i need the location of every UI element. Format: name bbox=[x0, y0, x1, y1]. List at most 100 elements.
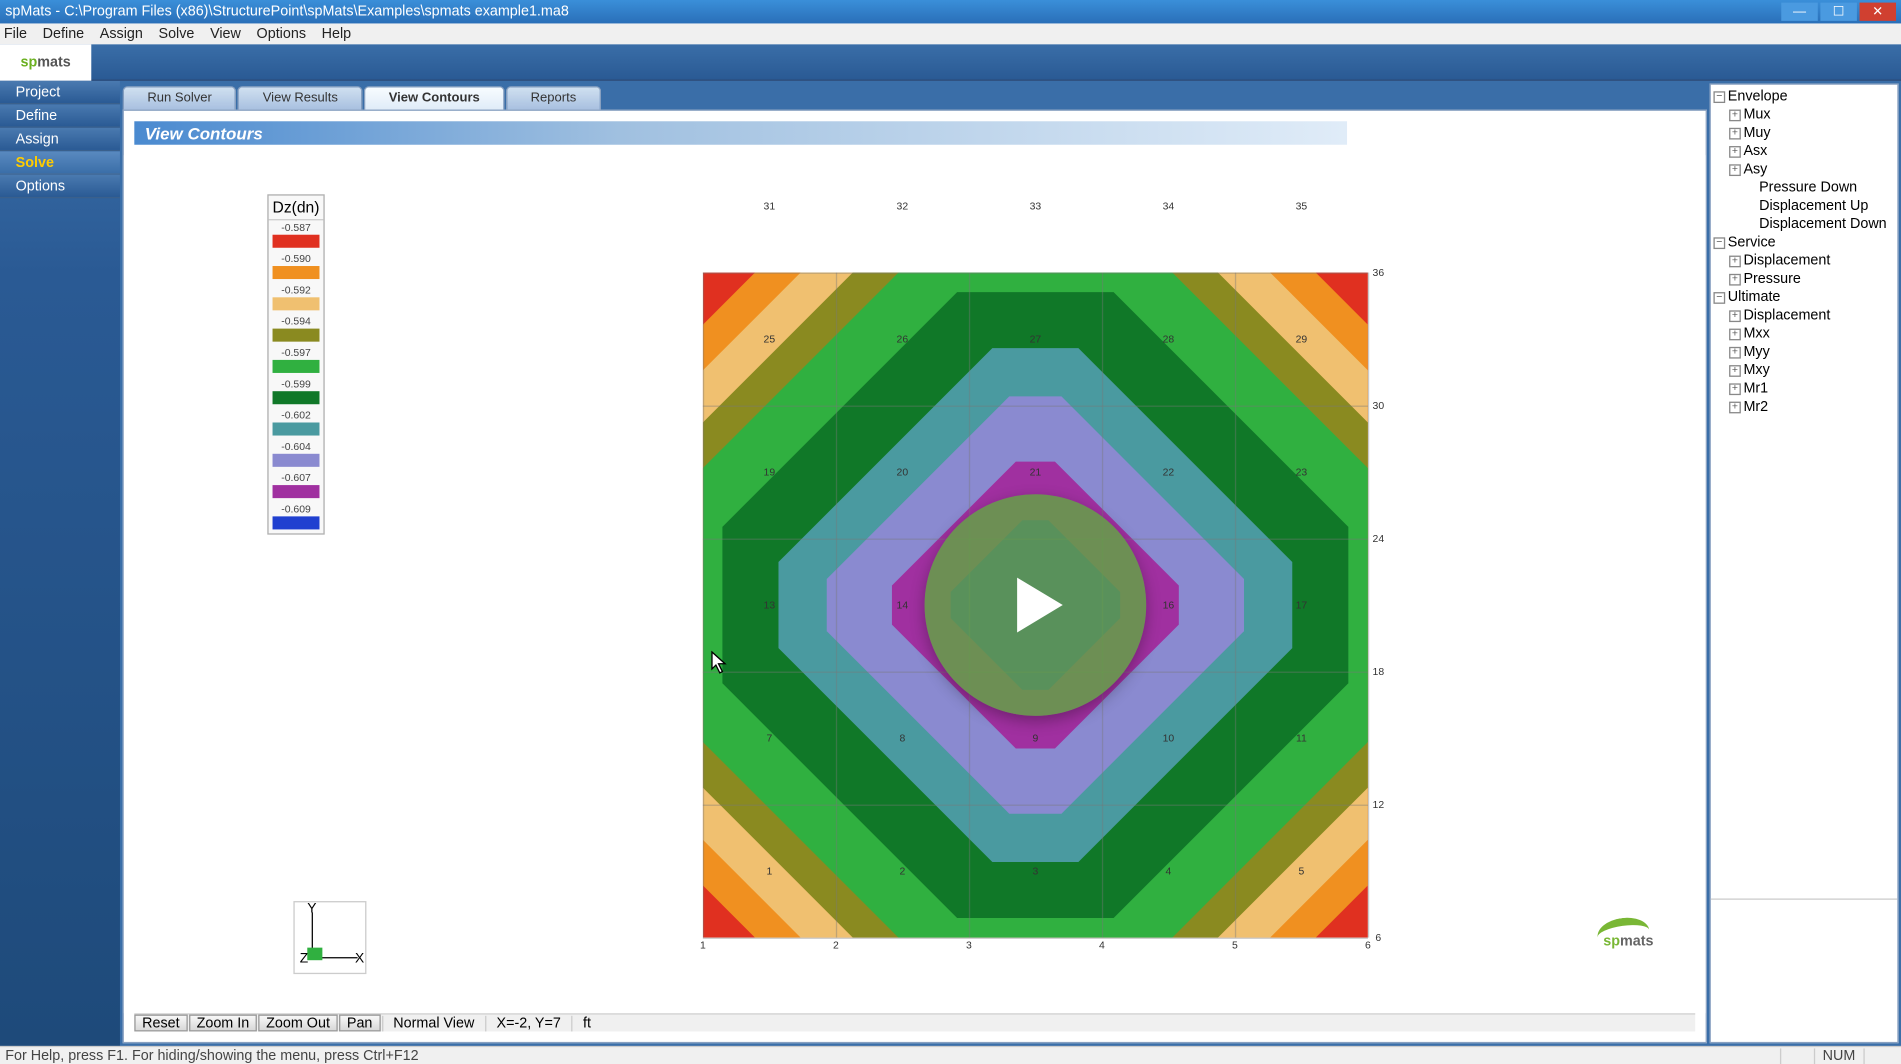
nav-project[interactable]: Project bbox=[0, 81, 120, 104]
tree-item[interactable]: +Asx bbox=[1713, 142, 1894, 160]
tree-item[interactable]: +Mxy bbox=[1713, 361, 1894, 379]
status-help: For Help, press F1. For hiding/showing t… bbox=[5, 1048, 418, 1064]
element-label: 4 bbox=[1165, 865, 1171, 877]
tree-item[interactable]: +Myy bbox=[1713, 343, 1894, 361]
legend-swatch bbox=[273, 422, 320, 435]
window-titlebar: spMats - C:\Program Files (x86)\Structur… bbox=[0, 0, 1901, 23]
legend-value: -0.587 bbox=[269, 220, 324, 234]
nav-options[interactable]: Options bbox=[0, 175, 120, 198]
app-title: spMats - C:\Program Files (x86)\Structur… bbox=[5, 4, 569, 20]
legend-swatch bbox=[273, 297, 320, 310]
toolbar: spmats bbox=[0, 44, 1901, 81]
element-label: 16 bbox=[1163, 599, 1175, 611]
tab-strip: Run Solver View Results View Contours Re… bbox=[123, 83, 1707, 109]
view-mode: Normal View bbox=[382, 1015, 485, 1031]
tree-item[interactable]: +Mr1 bbox=[1713, 379, 1894, 397]
side-nav: Project Define Assign Solve Options bbox=[0, 81, 120, 1046]
node-label: 18 bbox=[1373, 666, 1385, 678]
legend-value: -0.602 bbox=[269, 408, 324, 422]
legend-value: -0.607 bbox=[269, 471, 324, 485]
element-label: 21 bbox=[1030, 466, 1042, 478]
node-label: 6 bbox=[1375, 932, 1381, 944]
nav-solve[interactable]: Solve bbox=[0, 151, 120, 174]
legend-value: -0.592 bbox=[269, 283, 324, 297]
status-blank1 bbox=[1781, 1048, 1814, 1064]
tree-item[interactable]: +Mux bbox=[1713, 106, 1894, 124]
play-button[interactable] bbox=[925, 494, 1147, 716]
tab-reports[interactable]: Reports bbox=[506, 86, 601, 109]
element-label: 14 bbox=[897, 599, 909, 611]
app-logo: spmats bbox=[0, 44, 91, 81]
menu-bar: File Define Assign Solve View Options He… bbox=[0, 23, 1901, 44]
unit-readout: ft bbox=[571, 1015, 601, 1031]
legend-value: -0.604 bbox=[269, 439, 324, 453]
nav-define[interactable]: Define bbox=[0, 104, 120, 127]
element-label: 10 bbox=[1163, 732, 1175, 744]
tree-group[interactable]: −Envelope bbox=[1713, 87, 1894, 105]
legend-value: -0.597 bbox=[269, 346, 324, 360]
menu-options[interactable]: Options bbox=[257, 26, 306, 42]
element-label: 26 bbox=[897, 333, 909, 345]
element-label: 17 bbox=[1296, 599, 1308, 611]
tree-item[interactable]: Pressure Down bbox=[1713, 179, 1894, 197]
legend-value: -0.594 bbox=[269, 314, 324, 328]
tab-view-contours[interactable]: View Contours bbox=[364, 86, 505, 109]
legend-swatch bbox=[273, 266, 320, 279]
tree-item[interactable]: +Pressure bbox=[1713, 270, 1894, 288]
workarea: View Contours Dz(dn) -0.587-0.590-0.592-… bbox=[123, 110, 1707, 1044]
btn-reset[interactable]: Reset bbox=[134, 1015, 187, 1032]
element-label: 3 bbox=[1032, 865, 1038, 877]
legend-swatch bbox=[273, 485, 320, 498]
tree-item[interactable]: +Mxx bbox=[1713, 325, 1894, 343]
menu-assign[interactable]: Assign bbox=[100, 26, 143, 42]
menu-define[interactable]: Define bbox=[43, 26, 84, 42]
contour-legend: Dz(dn) -0.587-0.590-0.592-0.594-0.597-0.… bbox=[267, 194, 324, 534]
element-label: 19 bbox=[764, 466, 776, 478]
view-toolbar: Reset Zoom In Zoom Out Pan Normal View X… bbox=[134, 1013, 1695, 1031]
close-button[interactable]: ✕ bbox=[1860, 3, 1897, 21]
btn-pan[interactable]: Pan bbox=[339, 1015, 380, 1032]
element-label: 11 bbox=[1296, 732, 1307, 744]
node-label: 36 bbox=[1373, 267, 1385, 279]
menu-view[interactable]: View bbox=[210, 26, 241, 42]
tree-preview bbox=[1711, 898, 1897, 1041]
menu-help[interactable]: Help bbox=[322, 26, 352, 42]
tree-item[interactable]: +Displacement bbox=[1713, 252, 1894, 270]
tree-group[interactable]: −Ultimate bbox=[1713, 288, 1894, 306]
btn-zoom-in[interactable]: Zoom In bbox=[189, 1015, 257, 1032]
element-label: 20 bbox=[897, 466, 909, 478]
legend-value: -0.599 bbox=[269, 377, 324, 391]
element-label: 22 bbox=[1163, 466, 1175, 478]
tree-group[interactable]: −Service bbox=[1713, 233, 1894, 251]
play-icon bbox=[990, 559, 1081, 650]
maximize-button[interactable]: ☐ bbox=[1820, 3, 1857, 21]
tree-item[interactable]: Displacement Down bbox=[1713, 215, 1894, 233]
minimize-button[interactable]: — bbox=[1781, 3, 1818, 21]
contour-plot[interactable]: 1234566121824303612345789101113141516171… bbox=[703, 273, 1368, 938]
btn-zoom-out[interactable]: Zoom Out bbox=[258, 1015, 337, 1032]
element-label: 7 bbox=[766, 732, 772, 744]
tree-item[interactable]: Displacement Up bbox=[1713, 197, 1894, 215]
tree-item[interactable]: +Displacement bbox=[1713, 306, 1894, 324]
tree-item[interactable]: +Mr2 bbox=[1713, 398, 1894, 416]
canvas[interactable]: Dz(dn) -0.587-0.590-0.592-0.594-0.597-0.… bbox=[124, 155, 1706, 1013]
element-label: 5 bbox=[1298, 865, 1304, 877]
element-label: 9 bbox=[1032, 732, 1038, 744]
node-label: 6 bbox=[1365, 940, 1371, 952]
tree-item[interactable]: +Asy bbox=[1713, 160, 1894, 178]
view-title: View Contours bbox=[134, 121, 1347, 144]
tab-run-solver[interactable]: Run Solver bbox=[123, 86, 237, 109]
menu-solve[interactable]: Solve bbox=[159, 26, 195, 42]
status-num: NUM bbox=[1813, 1048, 1863, 1064]
legend-swatch bbox=[273, 235, 320, 248]
status-bar: For Help, press F1. For hiding/showing t… bbox=[0, 1046, 1901, 1064]
nav-assign[interactable]: Assign bbox=[0, 128, 120, 151]
legend-swatch bbox=[273, 516, 320, 529]
menu-file[interactable]: File bbox=[4, 26, 27, 42]
result-tree[interactable]: −Envelope+Mux+Muy+Asx+AsyPressure DownDi… bbox=[1711, 85, 1897, 899]
element-label: 13 bbox=[764, 599, 776, 611]
tree-item[interactable]: +Muy bbox=[1713, 124, 1894, 142]
legend-swatch bbox=[273, 391, 320, 404]
element-label: 32 bbox=[897, 200, 909, 212]
tab-view-results[interactable]: View Results bbox=[238, 86, 363, 109]
